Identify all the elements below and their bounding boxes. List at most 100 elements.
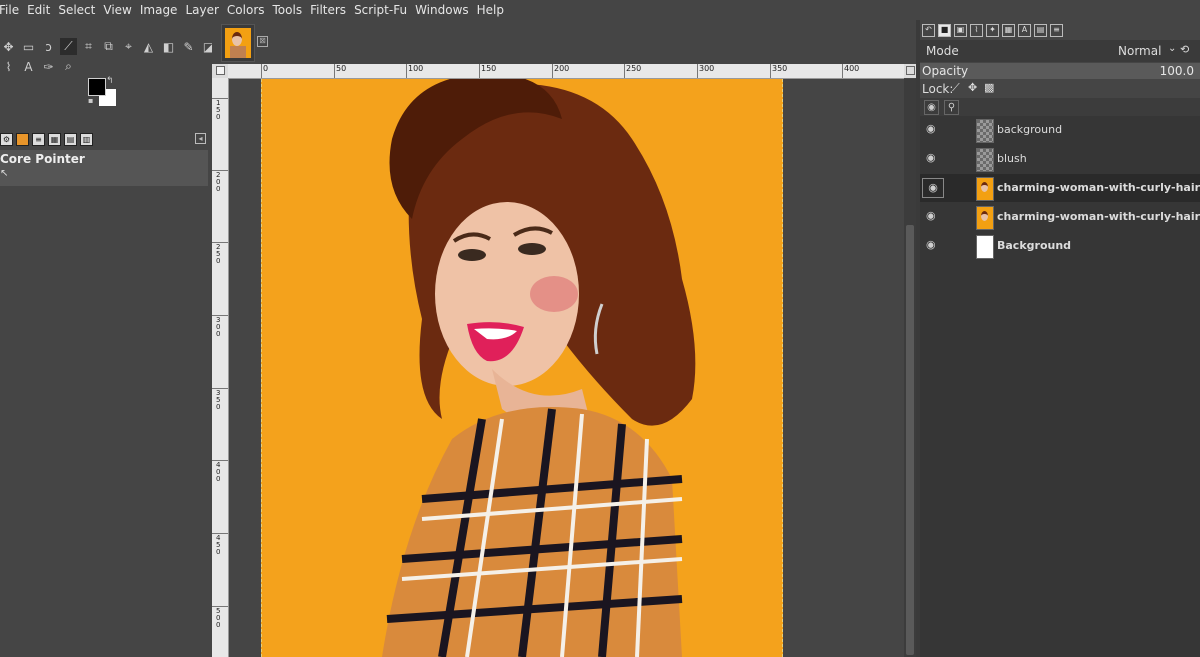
dashboard-tab-icon[interactable]: ▥: [80, 132, 93, 146]
layer-name[interactable]: blush: [997, 152, 1027, 165]
vertical-scrollbar[interactable]: [904, 79, 916, 657]
visibility-header-icon[interactable]: ◉: [924, 100, 939, 115]
swap-colors-icon[interactable]: ↰: [106, 76, 114, 86]
templates-tab-icon[interactable]: ▦: [48, 132, 61, 146]
opacity-value[interactable]: 100.0: [1160, 64, 1194, 78]
ruler-label: 300: [216, 316, 221, 338]
layer-row[interactable]: ◉ Background: [920, 232, 1200, 260]
layer-row-selected[interactable]: ◉ charming-woman-with-curly-hairstyle-lo: [920, 174, 1200, 202]
menu-view[interactable]: View: [99, 0, 135, 20]
core-pointer-title: Core Pointer: [0, 152, 85, 166]
layer-row[interactable]: ◉ blush: [920, 145, 1200, 173]
menu-colors[interactable]: Colors: [223, 0, 269, 20]
lock-alpha-icon[interactable]: ▩: [984, 81, 994, 94]
quick-mask-corner[interactable]: [212, 64, 228, 78]
fg-bg-colors[interactable]: ↰ ▪: [88, 76, 118, 108]
eye-icon[interactable]: ◉: [926, 239, 940, 250]
fuzzy-select-icon[interactable]: ⟋: [60, 38, 77, 55]
layer-thumbnail: [976, 177, 994, 201]
horizontal-ruler[interactable]: 0 50 100 150 200 250 300 350 400: [228, 64, 904, 79]
mode-dropdown[interactable]: Normal: [1118, 44, 1161, 58]
lasso-icon[interactable]: ↄ: [40, 38, 57, 55]
layer-name[interactable]: background: [997, 123, 1062, 136]
menu-file[interactable]: File: [0, 0, 23, 20]
foreground-color-swatch[interactable]: [88, 78, 106, 96]
ruler-label: 200: [554, 64, 570, 73]
menu-help[interactable]: Help: [473, 0, 508, 20]
ruler-label: 50: [336, 64, 347, 73]
layers-tab-icon[interactable]: ■: [938, 23, 951, 37]
brushes-tab-icon[interactable]: ✦: [986, 23, 999, 37]
reset-mode-icon[interactable]: ⟲: [1180, 43, 1189, 56]
chevron-down-icon[interactable]: ⌄: [1168, 43, 1176, 54]
gradient-icon[interactable]: ◧: [160, 38, 177, 55]
lock-position-icon[interactable]: ✥: [968, 81, 977, 94]
eye-icon[interactable]: ◉: [926, 210, 940, 221]
lock-pixels-icon[interactable]: ⟋: [952, 81, 960, 95]
menu-layer[interactable]: Layer: [181, 0, 222, 20]
patterns-tab-icon[interactable]: ▦: [1002, 23, 1015, 37]
portrait-image: [262, 79, 782, 657]
warp-icon[interactable]: ⌖: [120, 38, 137, 55]
crop-icon[interactable]: ⌗: [80, 38, 97, 55]
image-canvas[interactable]: [261, 79, 783, 657]
zoom-icon[interactable]: ⌕: [60, 58, 77, 75]
layer-mode-row[interactable]: Mode Normal ⌄ ⟲: [920, 40, 1200, 62]
unified-transform-icon[interactable]: ⧉: [100, 38, 117, 55]
device-status-tab-icon[interactable]: ⚙: [0, 132, 13, 146]
chain-header-icon[interactable]: ⚲: [944, 100, 959, 115]
menu-windows[interactable]: Windows: [411, 0, 473, 20]
move-tool-icon[interactable]: ✥: [0, 38, 17, 55]
menu-tools[interactable]: Tools: [269, 0, 307, 20]
eye-icon[interactable]: ◉: [922, 178, 944, 198]
ruler-label: 400: [216, 461, 221, 483]
reset-colors-icon[interactable]: ▪: [88, 96, 93, 105]
configure-tab-icon[interactable]: ◂: [195, 133, 206, 144]
close-tab-icon[interactable]: ⊠: [257, 36, 268, 47]
menu-script-fu[interactable]: Script-Fu: [350, 0, 411, 20]
image-tabs: ⊠: [212, 20, 916, 64]
tool-options-tab-icon[interactable]: ≡: [1050, 23, 1063, 37]
bucket-fill-icon[interactable]: ◭: [140, 38, 157, 55]
zoom-corner[interactable]: [904, 64, 916, 78]
menu-bar: File Edit Select View Image Layer Colors…: [0, 0, 1200, 20]
dock-tabs: ↶ ■ ▣ ⌇ ✦ ▦ A ▤ ≡: [920, 20, 1200, 40]
error-console-tab-icon[interactable]: ▤: [64, 132, 77, 146]
menu-select[interactable]: Select: [54, 0, 99, 20]
gradients-tab-icon[interactable]: ▤: [1034, 23, 1047, 37]
paintbrush-icon[interactable]: ✎: [180, 38, 197, 55]
channels-tab-icon[interactable]: ▣: [954, 23, 967, 37]
ruler-label: 400: [844, 64, 860, 73]
eye-icon[interactable]: ◉: [926, 123, 940, 134]
ruler-label: 150: [481, 64, 497, 73]
ruler-label: 200: [216, 171, 221, 193]
canvas-area[interactable]: [229, 79, 904, 657]
menu-image[interactable]: Image: [136, 0, 182, 20]
undo-tab-icon[interactable]: ↶: [922, 23, 935, 37]
color-picker-icon[interactable]: ✑: [40, 58, 57, 75]
layers-dock: ↶ ■ ▣ ⌇ ✦ ▦ A ▤ ≡ Mode Normal ⌄ ⟲ Opacit…: [920, 20, 1200, 657]
layer-thumbnail: [976, 235, 994, 259]
vertical-ruler[interactable]: 150 200 250 300 350 400 450 500: [212, 78, 229, 657]
images-tab-icon[interactable]: [16, 132, 29, 146]
scrollbar-thumb[interactable]: [906, 225, 914, 655]
eye-icon[interactable]: ◉: [926, 152, 940, 163]
menu-edit[interactable]: Edit: [23, 0, 54, 20]
document-history-tab-icon[interactable]: ≡: [32, 132, 45, 146]
paths-icon[interactable]: ⌇: [0, 58, 17, 75]
fonts-tab-icon[interactable]: A: [1018, 23, 1031, 37]
tool-row-2: ⌇ A ✑ ⌕: [0, 58, 77, 76]
layer-row[interactable]: ◉ background: [920, 116, 1200, 144]
menu-filters[interactable]: Filters: [306, 0, 350, 20]
layer-row[interactable]: ◉ charming-woman-with-curly-hairstyle-lo: [920, 203, 1200, 231]
paths-tab-icon[interactable]: ⌇: [970, 23, 983, 37]
layer-name[interactable]: charming-woman-with-curly-hairstyle-lo: [997, 181, 1200, 194]
layer-name[interactable]: charming-woman-with-curly-hairstyle-lo: [997, 210, 1200, 223]
text-icon[interactable]: A: [20, 58, 37, 75]
image-tab-thumbnail[interactable]: [221, 24, 255, 62]
layer-thumbnail: [976, 148, 994, 172]
opacity-slider[interactable]: Opacity 100.0: [920, 63, 1200, 79]
layer-name[interactable]: Background: [997, 239, 1071, 252]
rect-select-icon[interactable]: ▭: [20, 38, 37, 55]
layers-header: ◉ ⚲: [920, 98, 1200, 116]
